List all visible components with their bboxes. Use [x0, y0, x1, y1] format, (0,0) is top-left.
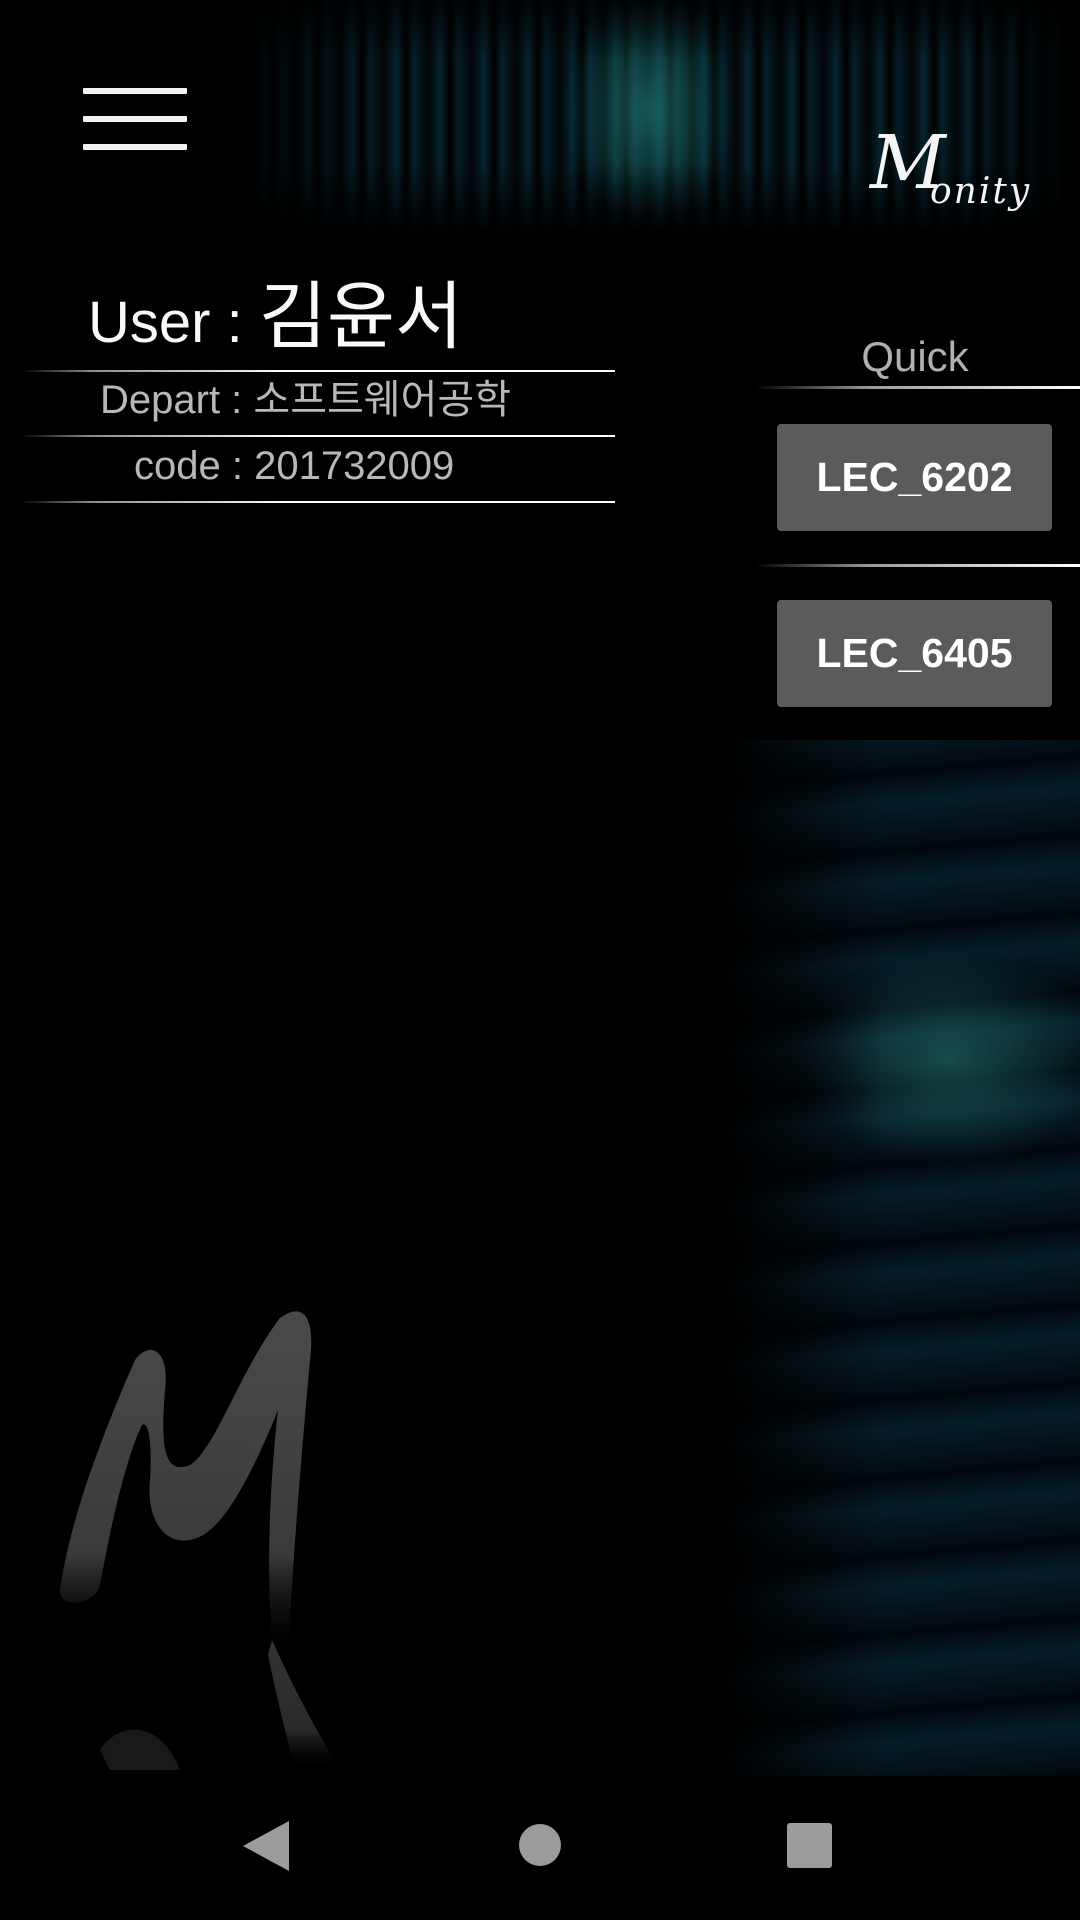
monogram-watermark — [60, 1311, 340, 1770]
divider — [20, 501, 615, 503]
menu-button[interactable] — [80, 85, 190, 155]
department-text: Depart : 소프트웨어공학 — [100, 378, 511, 422]
quick-divider — [755, 386, 1080, 389]
quick-title: Quick — [861, 333, 969, 380]
hamburger-menu-icon-bar — [83, 144, 187, 150]
quick-lecture-button[interactable]: LEC_6405 — [777, 600, 1052, 707]
quick-divider — [755, 564, 1080, 567]
hamburger-menu-icon-bar — [83, 116, 187, 122]
divider — [20, 370, 615, 372]
home-circle-icon[interactable] — [519, 1824, 561, 1866]
user-row: User : 김윤서 — [88, 280, 463, 354]
divider — [20, 435, 615, 437]
user-name: 김윤서 — [258, 274, 464, 360]
user-label: User : — [88, 290, 259, 355]
quick-lecture-button[interactable]: LEC_6202 — [777, 424, 1052, 531]
student-code-text: code : 201732009 — [134, 444, 455, 488]
logo-wordmark: onity — [930, 171, 1032, 212]
recent-apps-square-icon[interactable] — [787, 1823, 832, 1868]
back-triangle-icon[interactable] — [243, 1821, 289, 1871]
system-navigation-bar — [0, 1776, 1080, 1920]
side-background-art — [720, 740, 1080, 1780]
hamburger-menu-icon — [83, 88, 187, 94]
app-logo: M onity — [870, 126, 1040, 220]
